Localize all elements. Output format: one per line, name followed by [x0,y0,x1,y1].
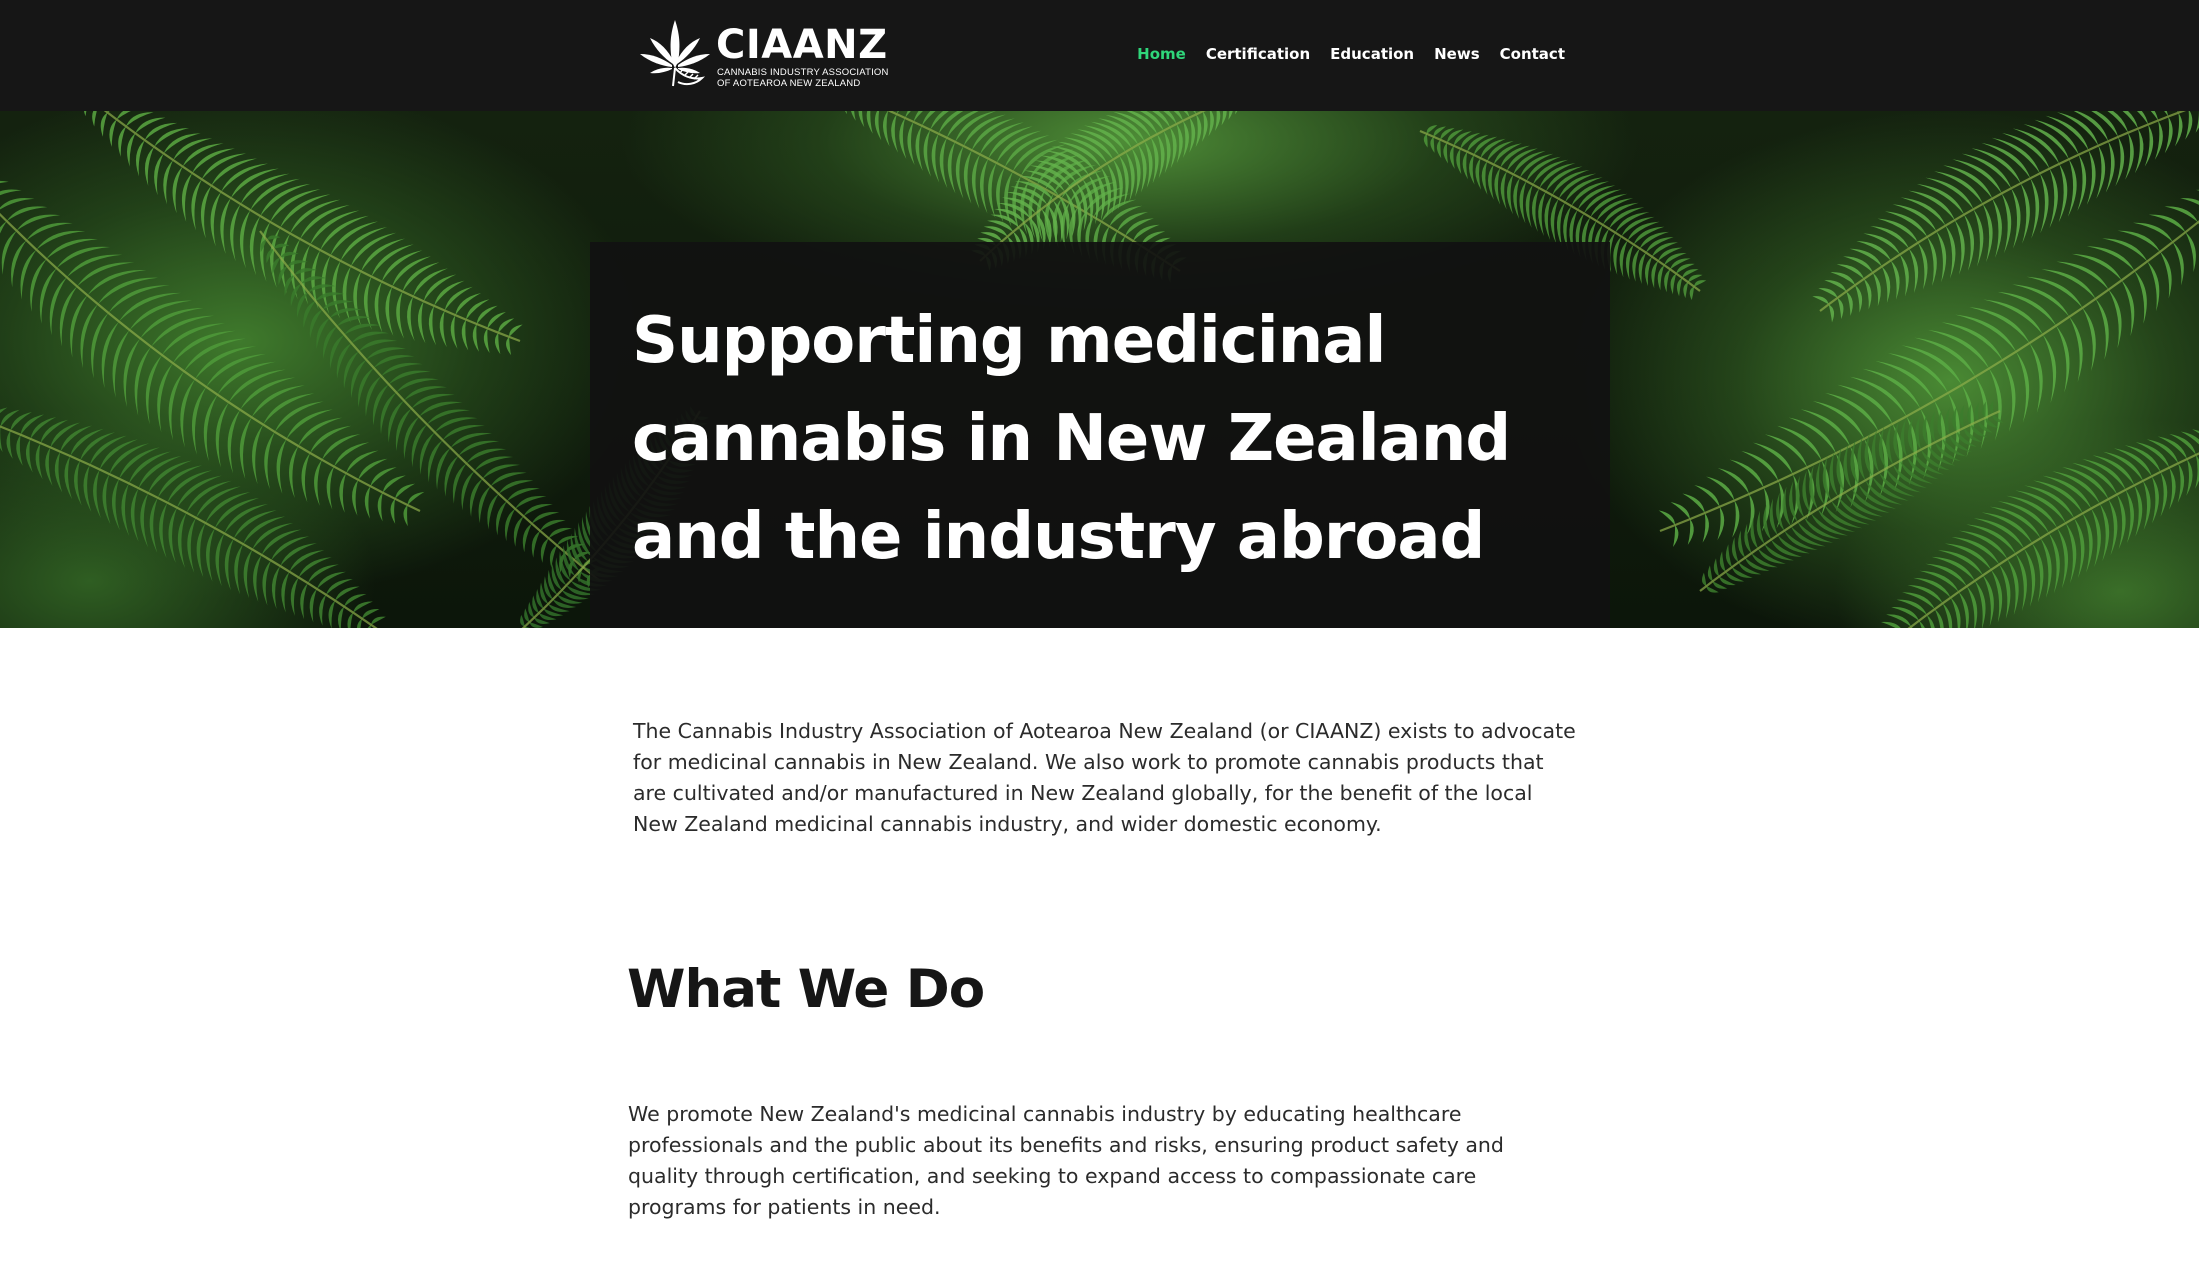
hero-title: Supporting medicinal cannabis in New Zea… [632,304,1511,574]
nav-contact[interactable]: Contact [1500,42,1565,66]
fern-frond [1881,429,2199,628]
cannabis-leaf-fern-icon [640,20,710,87]
hero-banner: Supporting medicinal cannabis in New Zea… [0,111,2199,628]
intro-paragraph: The Cannabis Industry Association of Aot… [633,719,1576,836]
nav-certification[interactable]: Certification [1206,42,1310,66]
site-header: CIAANZ CANNABIS INDUSTRY ASSOCIATION OF … [0,0,2199,111]
what-we-do-paragraph: We promote New Zealand's medicinal canna… [628,1102,1504,1219]
fern-frond [1658,189,2199,547]
logo-link[interactable]: CIAANZ CANNABIS INDUSTRY ASSOCIATION OF … [638,18,888,89]
nav-education[interactable]: Education [1330,42,1414,66]
logo-wordmark: CIAANZ [716,22,888,68]
nav-home[interactable]: Home [1137,42,1186,66]
logo-subtitle: CANNABIS INDUSTRY ASSOCIATION OF AOTEARO… [717,67,889,89]
page: CIAANZ CANNABIS INDUSTRY ASSOCIATION OF … [0,0,2199,1265]
hero-text-panel: Supporting medicinal cannabis in New Zea… [590,242,1610,628]
fern-frond [84,111,523,356]
what-we-do-heading: What We Do [627,959,985,1020]
fern-frond [0,180,425,527]
main-nav: Home Certification Education News Contac… [1117,42,1565,66]
fern-frond [1812,111,2199,323]
logo-subtitle-line2: OF AOTEAROA NEW ZEALAND [717,78,861,89]
nav-news[interactable]: News [1434,42,1480,66]
logo-subtitle-line1: CANNABIS INDUSTRY ASSOCIATION [717,67,889,78]
